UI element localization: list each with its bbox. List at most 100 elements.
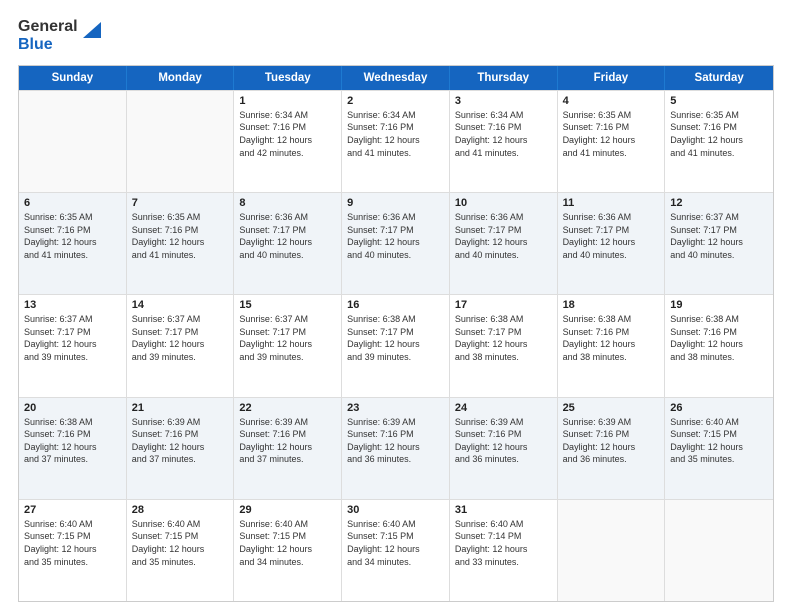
- week-row-1: 1 Sunrise: 6:34 AM Sunset: 7:16 PM Daylig…: [19, 90, 773, 192]
- day-cell: 27 Sunrise: 6:40 AM Sunset: 7:15 PM Dayli…: [19, 500, 127, 601]
- day-header-thursday: Thursday: [450, 66, 558, 90]
- day-number: 27: [24, 504, 121, 516]
- day-number: 11: [563, 197, 660, 209]
- day-header-wednesday: Wednesday: [342, 66, 450, 90]
- day-info: Sunrise: 6:38 AM Sunset: 7:16 PM Dayligh…: [670, 313, 768, 363]
- day-cell: 3 Sunrise: 6:34 AM Sunset: 7:16 PM Daylig…: [450, 91, 558, 192]
- day-header-friday: Friday: [558, 66, 666, 90]
- day-number: 25: [563, 402, 660, 414]
- day-header-tuesday: Tuesday: [234, 66, 342, 90]
- day-header-monday: Monday: [127, 66, 235, 90]
- day-number: 16: [347, 299, 444, 311]
- day-cell: 31 Sunrise: 6:40 AM Sunset: 7:14 PM Dayli…: [450, 500, 558, 601]
- day-headers: SundayMondayTuesdayWednesdayThursdayFrid…: [19, 66, 773, 90]
- day-info: Sunrise: 6:35 AM Sunset: 7:16 PM Dayligh…: [670, 109, 768, 159]
- day-cell: [19, 91, 127, 192]
- day-info: Sunrise: 6:36 AM Sunset: 7:17 PM Dayligh…: [239, 211, 336, 261]
- day-number: 3: [455, 95, 552, 107]
- logo-text: General Blue: [18, 18, 78, 55]
- day-number: 20: [24, 402, 121, 414]
- day-info: Sunrise: 6:37 AM Sunset: 7:17 PM Dayligh…: [670, 211, 768, 261]
- day-number: 2: [347, 95, 444, 107]
- day-info: Sunrise: 6:40 AM Sunset: 7:15 PM Dayligh…: [24, 518, 121, 568]
- logo: General Blue: [18, 18, 101, 55]
- day-number: 10: [455, 197, 552, 209]
- day-info: Sunrise: 6:39 AM Sunset: 7:16 PM Dayligh…: [132, 416, 229, 466]
- day-info: Sunrise: 6:38 AM Sunset: 7:17 PM Dayligh…: [347, 313, 444, 363]
- day-number: 7: [132, 197, 229, 209]
- day-cell: 9 Sunrise: 6:36 AM Sunset: 7:17 PM Daylig…: [342, 193, 450, 294]
- day-info: Sunrise: 6:40 AM Sunset: 7:14 PM Dayligh…: [455, 518, 552, 568]
- day-info: Sunrise: 6:40 AM Sunset: 7:15 PM Dayligh…: [347, 518, 444, 568]
- day-cell: [665, 500, 773, 601]
- day-info: Sunrise: 6:38 AM Sunset: 7:17 PM Dayligh…: [455, 313, 552, 363]
- day-header-saturday: Saturday: [665, 66, 773, 90]
- day-cell: 24 Sunrise: 6:39 AM Sunset: 7:16 PM Dayli…: [450, 398, 558, 499]
- day-cell: 10 Sunrise: 6:36 AM Sunset: 7:17 PM Dayli…: [450, 193, 558, 294]
- day-cell: 28 Sunrise: 6:40 AM Sunset: 7:15 PM Dayli…: [127, 500, 235, 601]
- day-cell: [558, 500, 666, 601]
- day-number: 8: [239, 197, 336, 209]
- day-number: 4: [563, 95, 660, 107]
- day-cell: 23 Sunrise: 6:39 AM Sunset: 7:16 PM Dayli…: [342, 398, 450, 499]
- day-number: 6: [24, 197, 121, 209]
- calendar: SundayMondayTuesdayWednesdayThursdayFrid…: [18, 65, 774, 602]
- calendar-page: General Blue SundayMondayTuesdayWednesda…: [0, 0, 792, 612]
- day-number: 18: [563, 299, 660, 311]
- day-cell: 14 Sunrise: 6:37 AM Sunset: 7:17 PM Dayli…: [127, 295, 235, 396]
- day-header-sunday: Sunday: [19, 66, 127, 90]
- day-info: Sunrise: 6:35 AM Sunset: 7:16 PM Dayligh…: [132, 211, 229, 261]
- day-info: Sunrise: 6:37 AM Sunset: 7:17 PM Dayligh…: [132, 313, 229, 363]
- week-row-2: 6 Sunrise: 6:35 AM Sunset: 7:16 PM Daylig…: [19, 192, 773, 294]
- day-info: Sunrise: 6:38 AM Sunset: 7:16 PM Dayligh…: [563, 313, 660, 363]
- day-cell: 29Sunrise: 6:40 AM Sunset: 7:15 PM Dayli…: [234, 500, 342, 601]
- week-row-4: 20 Sunrise: 6:38 AM Sunset: 7:16 PM Dayli…: [19, 397, 773, 499]
- logo-general-text: General: [18, 18, 78, 36]
- day-number: 30: [347, 504, 444, 516]
- day-cell: 21 Sunrise: 6:39 AM Sunset: 7:16 PM Dayli…: [127, 398, 235, 499]
- day-info: Sunrise: 6:37 AM Sunset: 7:17 PM Dayligh…: [239, 313, 336, 363]
- day-info: Sunrise: 6:39 AM Sunset: 7:16 PM Dayligh…: [347, 416, 444, 466]
- day-cell: 11 Sunrise: 6:36 AM Sunset: 7:17 PM Dayli…: [558, 193, 666, 294]
- day-cell: 2Sunrise: 6:34 AM Sunset: 7:16 PM Daylig…: [342, 91, 450, 192]
- day-number: 13: [24, 299, 121, 311]
- day-number: 26: [670, 402, 768, 414]
- day-number: 23: [347, 402, 444, 414]
- day-info: Sunrise: 6:36 AM Sunset: 7:17 PM Dayligh…: [563, 211, 660, 261]
- day-number: 22: [239, 402, 336, 414]
- day-number: 15: [239, 299, 336, 311]
- day-info: Sunrise: 6:38 AM Sunset: 7:16 PM Dayligh…: [24, 416, 121, 466]
- weeks: 1 Sunrise: 6:34 AM Sunset: 7:16 PM Daylig…: [19, 90, 773, 601]
- day-cell: 18 Sunrise: 6:38 AM Sunset: 7:16 PM Dayli…: [558, 295, 666, 396]
- day-info: Sunrise: 6:40 AM Sunset: 7:15 PM Dayligh…: [670, 416, 768, 466]
- day-cell: 30 Sunrise: 6:40 AM Sunset: 7:15 PM Dayli…: [342, 500, 450, 601]
- day-number: 24: [455, 402, 552, 414]
- day-number: 28: [132, 504, 229, 516]
- day-cell: 13Sunrise: 6:37 AM Sunset: 7:17 PM Dayli…: [19, 295, 127, 396]
- day-info: Sunrise: 6:34 AM Sunset: 7:16 PM Dayligh…: [239, 109, 336, 159]
- day-cell: 12Sunrise: 6:37 AM Sunset: 7:17 PM Dayli…: [665, 193, 773, 294]
- day-number: 9: [347, 197, 444, 209]
- day-cell: 17 Sunrise: 6:38 AM Sunset: 7:17 PM Dayli…: [450, 295, 558, 396]
- day-cell: 20 Sunrise: 6:38 AM Sunset: 7:16 PM Dayli…: [19, 398, 127, 499]
- day-number: 14: [132, 299, 229, 311]
- day-cell: 15 Sunrise: 6:37 AM Sunset: 7:17 PM Dayli…: [234, 295, 342, 396]
- day-cell: 1 Sunrise: 6:34 AM Sunset: 7:16 PM Daylig…: [234, 91, 342, 192]
- day-number: 5: [670, 95, 768, 107]
- logo-triangle-icon: [81, 20, 101, 40]
- day-info: Sunrise: 6:40 AM Sunset: 7:15 PM Dayligh…: [132, 518, 229, 568]
- logo-blue-text: Blue: [18, 36, 78, 54]
- day-cell: [127, 91, 235, 192]
- day-cell: 7 Sunrise: 6:35 AM Sunset: 7:16 PM Daylig…: [127, 193, 235, 294]
- day-number: 21: [132, 402, 229, 414]
- day-cell: 19Sunrise: 6:38 AM Sunset: 7:16 PM Dayli…: [665, 295, 773, 396]
- day-info: Sunrise: 6:36 AM Sunset: 7:17 PM Dayligh…: [455, 211, 552, 261]
- day-info: Sunrise: 6:39 AM Sunset: 7:16 PM Dayligh…: [239, 416, 336, 466]
- day-info: Sunrise: 6:34 AM Sunset: 7:16 PM Dayligh…: [455, 109, 552, 159]
- day-number: 31: [455, 504, 552, 516]
- day-number: 17: [455, 299, 552, 311]
- day-info: Sunrise: 6:36 AM Sunset: 7:17 PM Dayligh…: [347, 211, 444, 261]
- day-number: 1: [239, 95, 336, 107]
- day-info: Sunrise: 6:39 AM Sunset: 7:16 PM Dayligh…: [455, 416, 552, 466]
- day-info: Sunrise: 6:35 AM Sunset: 7:16 PM Dayligh…: [24, 211, 121, 261]
